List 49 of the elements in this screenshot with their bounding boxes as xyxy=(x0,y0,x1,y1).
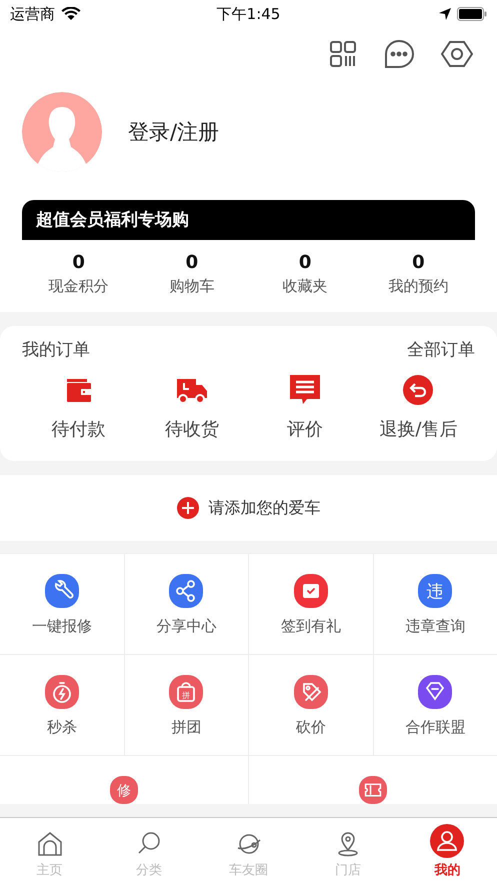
character-icon: 违 xyxy=(418,574,452,608)
location-arrow-icon xyxy=(439,8,451,20)
service-label: 签到有礼 xyxy=(280,617,341,636)
carrier-name: 运营商 xyxy=(10,4,55,24)
stat-value[interactable]: 0 xyxy=(412,252,425,273)
service-tile[interactable]: 秒杀 xyxy=(0,655,124,755)
person-icon xyxy=(430,824,464,858)
order-status-label[interactable]: 评价 xyxy=(287,417,324,441)
service-label: 一键报修 xyxy=(32,617,92,636)
service-tile[interactable]: 违 违章查询 xyxy=(374,554,497,654)
service-tile[interactable]: 合作联盟 xyxy=(374,655,497,755)
stat-value[interactable]: 0 xyxy=(72,252,85,273)
stat-label[interactable]: 现金积分 xyxy=(48,277,109,296)
character-icon: 修 xyxy=(107,776,141,804)
login-register-link[interactable]: 登录/注册 xyxy=(128,118,220,146)
service-tile[interactable]: 分享中心 xyxy=(124,554,249,654)
home-icon xyxy=(36,830,64,858)
stat-value[interactable]: 0 xyxy=(186,252,198,273)
add-car-row[interactable]: 请添加您的爱车 xyxy=(0,475,497,541)
service-label: 分享中心 xyxy=(156,617,216,636)
service-tile[interactable]: 拼 拼团 xyxy=(124,655,249,755)
service-tile[interactable]: 一键报修 xyxy=(0,554,124,654)
service-label: 秒杀 xyxy=(46,718,77,737)
order-status-label[interactable]: 待付款 xyxy=(52,417,106,441)
add-car-text: 请添加您的爱车 xyxy=(208,498,320,518)
service-label: 违章查询 xyxy=(405,617,466,636)
qr-code-icon[interactable] xyxy=(329,40,357,68)
member-banner[interactable]: 超值会员福利专场购 xyxy=(22,200,475,240)
service-tile[interactable]: 签到有礼 xyxy=(249,554,374,654)
service-label: 拼团 xyxy=(171,718,202,737)
stat-label[interactable]: 购物车 xyxy=(169,277,214,296)
chat-bubble-icon[interactable] xyxy=(383,39,415,69)
all-orders-link[interactable]: 全部订单 xyxy=(407,338,475,361)
tab-item[interactable]: 我的 xyxy=(398,818,497,883)
order-status-label[interactable]: 待收货 xyxy=(164,417,219,441)
plus-icon xyxy=(176,497,198,519)
clock-time: 下午1:45 xyxy=(216,4,280,24)
orders-title: 我的订单 xyxy=(22,339,90,361)
service-tile[interactable]: 砍价 xyxy=(249,655,374,755)
battery-icon xyxy=(457,7,487,21)
stat-value[interactable]: 0 xyxy=(298,252,312,273)
stat-label[interactable]: 我的预约 xyxy=(388,277,448,296)
stat-label[interactable]: 收藏夹 xyxy=(282,277,328,296)
service-label: 砍价 xyxy=(296,718,326,737)
service-label: 合作联盟 xyxy=(405,718,466,737)
order-status-label[interactable]: 退换/售后 xyxy=(379,417,458,441)
wifi-icon xyxy=(61,7,81,21)
bag-icon: 拼 xyxy=(169,675,204,709)
settings-icon[interactable] xyxy=(441,40,473,68)
